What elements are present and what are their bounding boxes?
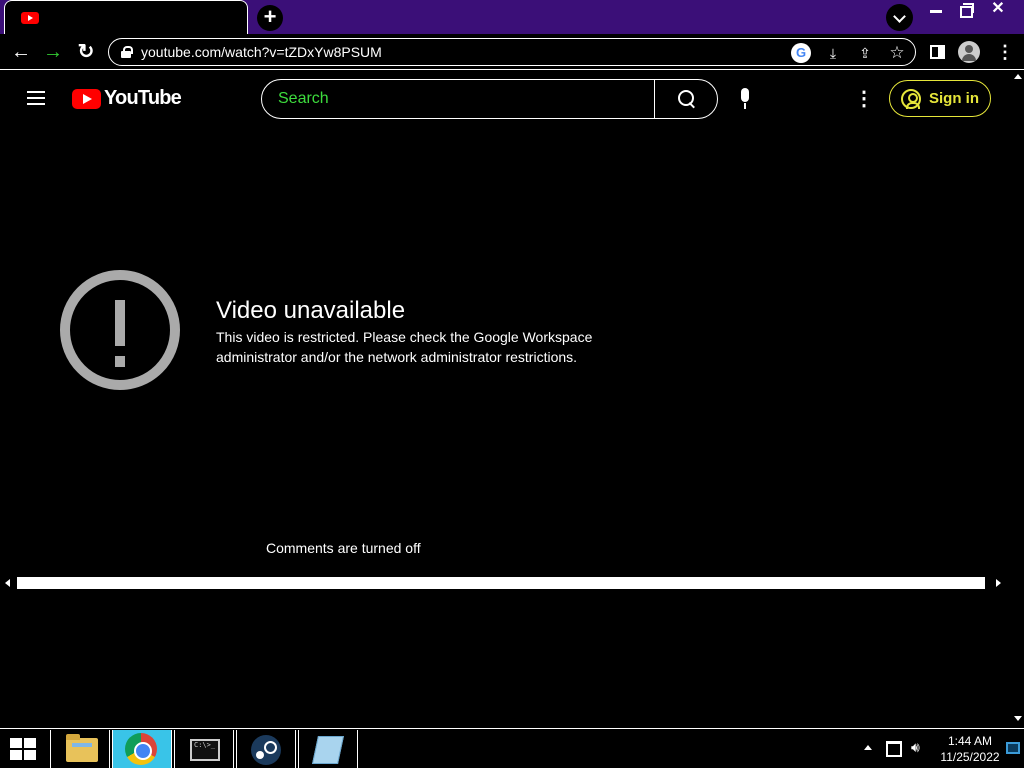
new-tab-button[interactable]: +	[257, 5, 283, 31]
address-bar[interactable]: youtube.com/watch?v=tZDxYw8PSUM G ⤓ ⇪ ☆	[108, 38, 916, 66]
minimize-button[interactable]	[922, 0, 952, 20]
scrollbar-thumb[interactable]	[17, 577, 985, 589]
url-text[interactable]: youtube.com/watch?v=tZDxYw8PSUM	[141, 44, 382, 60]
back-button[interactable]: ←	[9, 40, 33, 64]
taskbar-command-prompt[interactable]: C:\>_	[174, 730, 234, 768]
scroll-up-arrow-icon[interactable]	[1014, 74, 1022, 79]
voice-search-mic-icon[interactable]	[738, 88, 752, 110]
taskbar-notepad[interactable]	[298, 730, 358, 768]
scroll-left-arrow-icon[interactable]	[5, 579, 10, 587]
scroll-right-arrow-icon[interactable]	[996, 579, 1001, 587]
sign-in-label: Sign in	[929, 90, 979, 107]
action-center-notification-icon[interactable]	[1006, 742, 1020, 754]
taskbar-steam[interactable]	[236, 730, 296, 768]
settings-menu-button[interactable]: ⋮	[854, 88, 874, 110]
share-icon[interactable]: ⇪	[855, 43, 875, 63]
search-button[interactable]	[655, 80, 717, 118]
clock-date: 11/25/2022	[940, 750, 1000, 764]
error-message: This video is restricted. Please check t…	[216, 329, 593, 365]
steam-icon	[251, 735, 281, 765]
youtube-play-icon	[72, 89, 101, 109]
tab-search-button[interactable]	[886, 4, 913, 31]
bookmark-star-icon[interactable]: ☆	[887, 43, 907, 63]
start-windows-icon[interactable]	[10, 738, 38, 760]
browser-toolbar: ← → ↻ youtube.com/watch?v=tZDxYw8PSUM G …	[0, 34, 1024, 70]
account-circle-icon	[901, 89, 921, 109]
restore-button[interactable]	[952, 0, 982, 20]
browser-menu-button[interactable]: ⋮	[996, 40, 1014, 64]
lock-icon[interactable]	[121, 46, 133, 58]
exclamation-alert-icon	[60, 270, 180, 390]
profile-avatar-icon[interactable]	[958, 41, 980, 63]
clock-time: 1:44 AM	[947, 734, 993, 748]
taskbar-chrome[interactable]	[112, 730, 172, 768]
browser-tab-youtube[interactable]	[4, 0, 248, 34]
horizontal-scrollbar[interactable]	[0, 575, 1024, 591]
sign-in-button[interactable]: Sign in	[889, 80, 991, 117]
close-window-button[interactable]: ✕	[982, 0, 1014, 20]
taskbar-clock[interactable]: 1:44 AM 11/25/2022	[938, 733, 1002, 765]
show-hidden-icons-chevron-icon[interactable]	[864, 745, 872, 750]
error-title: Video unavailable	[216, 297, 406, 324]
folder-icon	[66, 734, 98, 762]
google-lens-icon[interactable]: G	[791, 43, 811, 63]
side-panel-icon[interactable]	[930, 45, 945, 59]
search-input[interactable]	[262, 80, 655, 118]
network-icon[interactable]	[886, 741, 902, 757]
scroll-down-arrow-icon[interactable]	[1014, 716, 1022, 721]
youtube-logo-text: YouTube	[104, 87, 182, 109]
guide-menu-icon[interactable]	[27, 91, 45, 105]
forward-button[interactable]: →	[41, 40, 65, 64]
comments-status: Comments are turned off	[266, 540, 421, 556]
taskbar-file-explorer[interactable]	[50, 730, 110, 768]
browser-tab-strip: + ✕	[0, 0, 1024, 34]
reload-button[interactable]: ↻	[74, 40, 98, 64]
chrome-icon	[125, 733, 157, 765]
install-app-icon[interactable]: ⤓	[823, 43, 843, 63]
notepad-icon	[312, 736, 344, 764]
terminal-icon: C:\>_	[190, 739, 220, 761]
volume-icon[interactable]: 🔊︎	[911, 739, 920, 756]
windows-taskbar: C:\>_ 🔊︎ 1:44 AM 11/25/2022	[0, 728, 1024, 768]
youtube-favicon-icon	[21, 12, 39, 24]
search-box	[261, 79, 718, 119]
